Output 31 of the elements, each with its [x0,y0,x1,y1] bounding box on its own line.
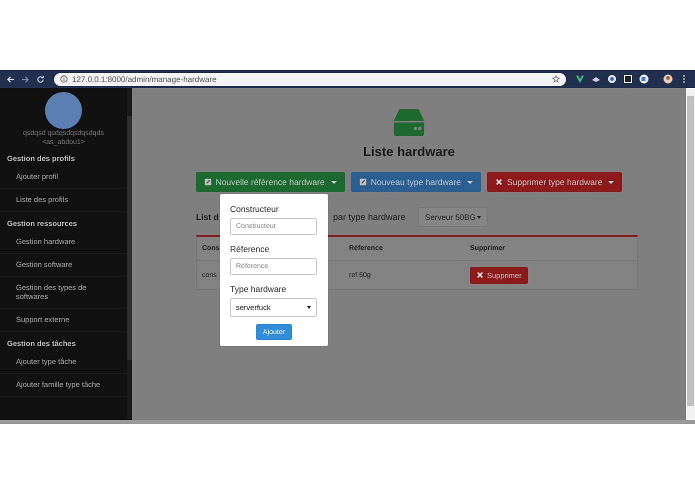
scrollbar-thumb[interactable] [687,96,694,406]
scrollbar-thumb[interactable] [127,116,132,360]
caret-icon [608,180,614,184]
dropdown-button[interactable]: Nouveau type hardware [350,172,481,192]
caret-icon [307,306,311,309]
caret-icon [330,180,337,184]
dropdown-button[interactable]: Supprimer type hardware [486,172,622,192]
info-icon[interactable] [60,75,68,83]
address-bar[interactable]: 127.0.0.1:8000/admin/manage-hardware [54,72,566,86]
type-select[interactable]: Serveur 50BG [418,207,488,227]
avatar [45,92,82,129]
caret-icon [466,180,473,184]
dropdown-button[interactable]: Nouvelle référence hardware [196,172,345,192]
close-icon [476,271,484,279]
field-label: Type hardware [230,284,288,294]
edit-square-icon [358,178,367,186]
filter-label: List d [196,212,220,222]
star-icon[interactable] [552,75,560,83]
url-text: 127.0.0.1:8000/admin/manage-hardware [72,74,217,84]
field-label: Constructeur [230,204,280,214]
reload-icon[interactable] [36,74,45,84]
field-label: Réference [230,244,270,254]
caret-icon [477,216,481,218]
forward-icon[interactable] [21,74,30,84]
profile-avatar-icon[interactable] [663,74,673,84]
page-title: Liste hardware [363,144,455,159]
filter-label: par type hardware [333,212,407,222]
v-extension-icon[interactable] [575,74,585,84]
edit-square-icon [204,178,212,186]
back-icon[interactable] [6,74,15,84]
close-icon [494,178,503,186]
